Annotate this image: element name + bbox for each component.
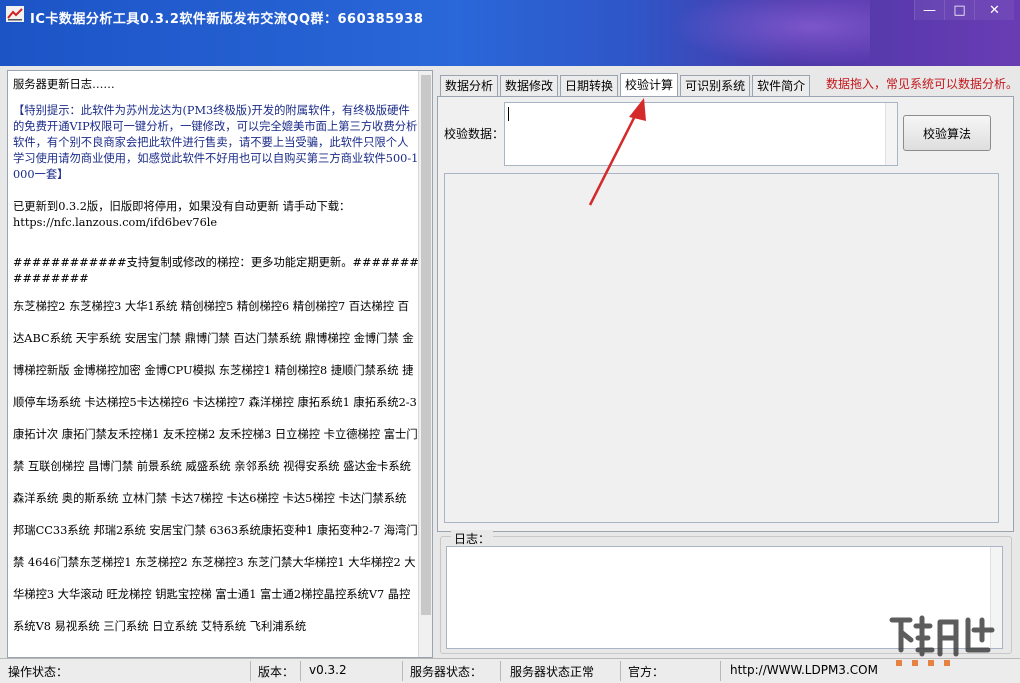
tab-strip: 数据分析 数据修改 日期转换 校验计算 可识别系统 软件简介 [440,73,812,96]
drag-notice: 数据拖入，常见系统可以数据分析。 [826,77,1019,91]
maximize-button[interactable]: □ [944,0,974,20]
status-separator [620,661,621,681]
log-scrollbar[interactable] [418,71,432,657]
check-input-scrollbar[interactable] [885,103,897,165]
server-status-value: 服务器状态正常 [510,665,595,679]
tab-checksum[interactable]: 校验计算 [620,73,679,96]
tab-data-modify[interactable]: 数据修改 [500,75,559,96]
version-label: 版本： [258,665,295,679]
checksum-page: 校验数据： 校验算法 [437,96,1014,532]
update-line: 已更新到0.3.2版，旧版即将停用，如果没有自动更新 请手动下载： [13,200,351,213]
tab-recognized-systems[interactable]: 可识别系统 [680,75,751,96]
supported-systems: 东芝梯控2 东芝梯控3 大华1系统 精创梯控5 精创梯控6 精创梯控7 百达梯控… [13,300,418,633]
tab-about[interactable]: 软件简介 [752,75,811,96]
status-separator [720,661,721,681]
window-title: IC卡数据分析工具0.3.2软件新版发布交流QQ群：660385938 [30,12,424,27]
close-button[interactable]: ✕ [974,0,1014,20]
app-icon [6,6,24,22]
text-caret [508,107,509,121]
watermark-logo [889,615,995,666]
log-heading: 服务器更新日志…… [13,78,115,91]
check-data-input[interactable] [504,102,898,166]
official-site-label: 官方： [628,665,665,679]
check-data-label: 校验数据： [444,127,505,141]
status-separator [402,661,403,681]
minimize-button[interactable]: — [914,0,944,20]
status-separator [300,661,301,681]
op-status-label: 操作状态： [8,665,69,679]
log-scroll-thumb[interactable] [421,75,431,615]
status-separator [500,661,501,681]
titlebar-glow [670,0,870,66]
tab-data-analysis[interactable]: 数据分析 [440,75,499,96]
official-site-link[interactable]: http://WWW.LDPM3.COM [730,663,878,677]
result-area[interactable] [444,173,999,523]
tab-date-convert[interactable]: 日期转换 [560,75,619,96]
status-separator [250,661,251,681]
server-status-label: 服务器状态： [410,665,483,679]
download-link[interactable]: https://nfc.lanzous.com/ifd6bev76le [13,216,217,229]
title-bar[interactable]: IC卡数据分析工具0.3.2软件新版发布交流QQ群：660385938 — □ … [0,0,1020,66]
support-header: ############支持复制或修改的梯控：更多功能定期更新。########… [13,256,419,285]
server-log-panel[interactable]: 服务器更新日志…… 【特别提示：此软件为苏州龙达为(PM3终极版)开发的附属软件… [7,70,433,658]
special-notice: 【特别提示：此软件为苏州龙达为(PM3终极版)开发的附属软件，有终极版硬件的免费… [13,104,419,181]
status-bar: 操作状态： 版本： v0.3.2 服务器状态： 服务器状态正常 官方： http… [0,658,1020,683]
version-value: v0.3.2 [309,663,347,677]
checksum-algorithm-button[interactable]: 校验算法 [903,115,991,151]
log-label: 日志： [451,530,494,547]
